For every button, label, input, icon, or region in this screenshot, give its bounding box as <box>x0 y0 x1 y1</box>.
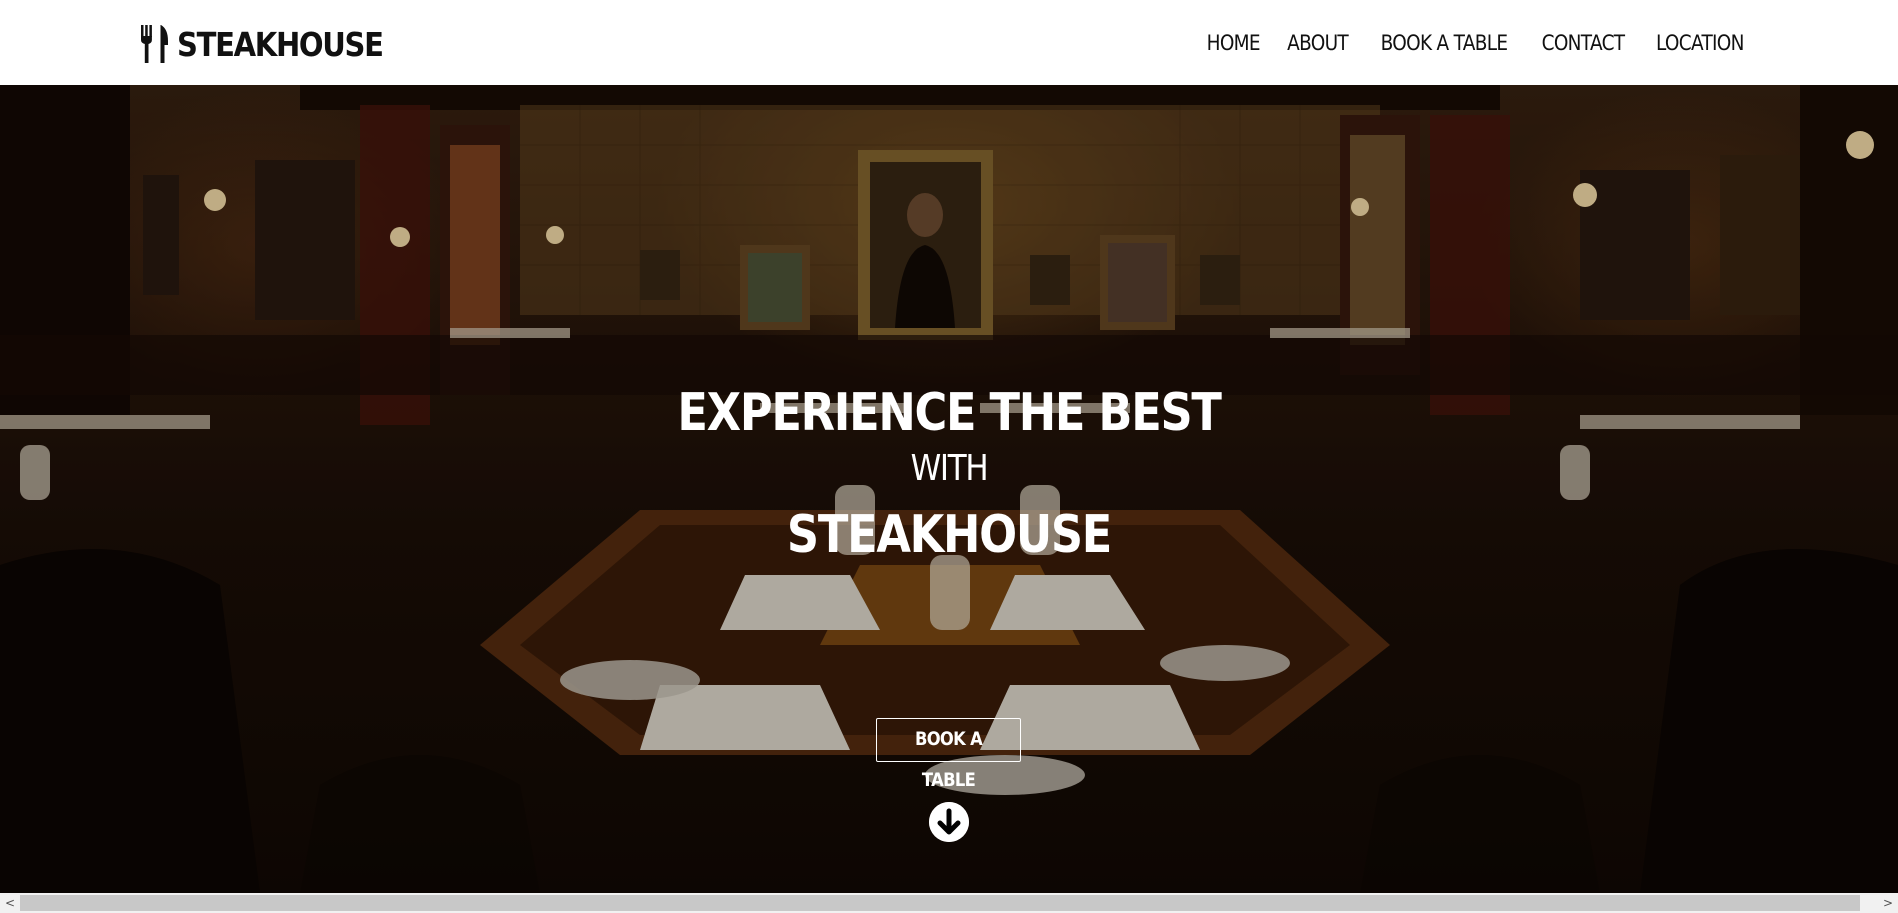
arrow-down-circle-icon <box>929 802 969 842</box>
hero-headline-line2: WITH <box>910 448 989 489</box>
book-a-table-button[interactable]: BOOK A TABLE <box>876 718 1021 791</box>
scroll-down-button[interactable] <box>929 802 969 842</box>
horizontal-scrollbar[interactable]: < > <box>0 893 1898 913</box>
brand-name: STEAKHOUSE <box>177 24 384 64</box>
hero-headline-line1: EXPERIENCE THE BEST <box>677 383 1222 443</box>
scroll-left-arrow[interactable]: < <box>0 893 20 913</box>
nav-book-a-table[interactable]: BOOK A TABLE <box>1381 28 1508 58</box>
main-nav: HOME ABOUT BOOK A TABLE CONTACT LOCATION <box>1203 28 1750 58</box>
hero-section: EXPERIENCE THE BEST WITH STEAKHOUSE BOOK… <box>0 85 1898 893</box>
hero-headline-line3: STEAKHOUSE <box>786 505 1112 565</box>
book-a-table-button-label: BOOK A TABLE <box>914 728 983 791</box>
scroll-right-arrow[interactable]: > <box>1878 893 1898 913</box>
logo[interactable]: STEAKHOUSE <box>139 22 411 66</box>
nav-location[interactable]: LOCATION <box>1656 28 1744 58</box>
scrollbar-thumb[interactable] <box>20 895 1860 911</box>
nav-contact[interactable]: CONTACT <box>1542 28 1625 58</box>
site-header: STEAKHOUSE HOME ABOUT BOOK A TABLE CONTA… <box>0 0 1898 85</box>
nav-home[interactable]: HOME <box>1206 28 1260 58</box>
nav-about[interactable]: ABOUT <box>1287 28 1349 58</box>
fork-knife-icon <box>141 25 168 63</box>
